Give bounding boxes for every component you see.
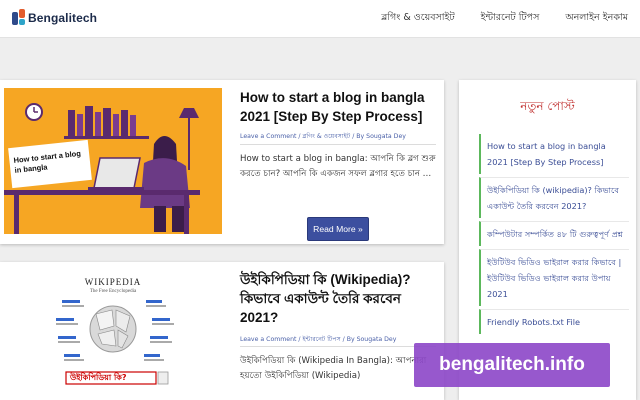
logo-text: Bengalitech bbox=[28, 11, 98, 25]
sidebar-title: নতুন পোস্ট bbox=[520, 99, 575, 113]
post-title[interactable]: উইকিপিডিয়া কি (Wikipedia)? কিভাবে একাউন… bbox=[240, 270, 436, 327]
post-card: How to start a blog in bangla How to sta… bbox=[0, 80, 444, 244]
post-excerpt: How to start a blog in bangla: আপনি কি ব… bbox=[240, 154, 436, 179]
post-meta: Leave a Comment / ইন্টারনেট টিপস / By So… bbox=[240, 336, 397, 343]
recent-post-link[interactable]: ইউটিউব ভিডিও ভাইরাল করার কিভাবে | ইউটিউব… bbox=[479, 249, 629, 306]
post-title[interactable]: How to start a blog in bangla 2021 [Step… bbox=[240, 88, 436, 126]
divider bbox=[240, 346, 436, 347]
site-logo[interactable]: Bengalitech bbox=[12, 9, 97, 27]
nav-item-blogging[interactable]: ব্লগিং & ওয়েবসাইট bbox=[381, 11, 454, 26]
nav-item-online-income[interactable]: অনলাইন ইনকাম bbox=[565, 11, 628, 26]
site-header: Bengalitech ব্লগিং & ওয়েবসাইট ইন্টারনেট… bbox=[0, 0, 640, 38]
read-more-button[interactable]: Read More » bbox=[307, 217, 369, 241]
post-excerpt: উইকিপিডিয়া কি (Wikipedia In Bangla): আপ… bbox=[240, 356, 427, 381]
recent-post-link[interactable]: কম্পিউটার সম্পর্কিত ৪৮ টি গুরুত্বপূর্ণ প… bbox=[479, 221, 629, 246]
post-thumbnail[interactable]: How to start a blog in bangla bbox=[4, 88, 222, 234]
divider bbox=[240, 144, 436, 145]
logo-icon bbox=[12, 9, 26, 27]
nav-item-internet-tips[interactable]: ইন্টারনেট টিপস bbox=[481, 11, 540, 26]
thumbnail-caption: উইকিপিডিয়া কি? bbox=[70, 373, 127, 382]
post-card: WIKIPEDIA The Free Encyclopedia উইকিপিডি… bbox=[0, 262, 444, 400]
site-watermark: bengalitech.info bbox=[414, 343, 610, 387]
post-thumbnail[interactable]: WIKIPEDIA The Free Encyclopedia উইকিপিডি… bbox=[4, 274, 222, 398]
main-nav: ব্লগিং & ওয়েবসাইট ইন্টারনেট টিপস অনলাইন… bbox=[355, 11, 628, 26]
recent-post-link[interactable]: উইকিপিডিয়া কি (wikipedia)? কিভাবে একাউন… bbox=[479, 177, 629, 218]
recent-posts-list: How to start a blog in bangla 2021 [Step… bbox=[479, 134, 629, 337]
post-meta: Leave a Comment / ব্লগিং & ওয়েবসাইট / B… bbox=[240, 133, 406, 140]
recent-post-link[interactable]: How to start a blog in bangla 2021 [Step… bbox=[479, 134, 629, 174]
recent-post-link[interactable]: Friendly Robots.txt File bbox=[479, 309, 629, 334]
